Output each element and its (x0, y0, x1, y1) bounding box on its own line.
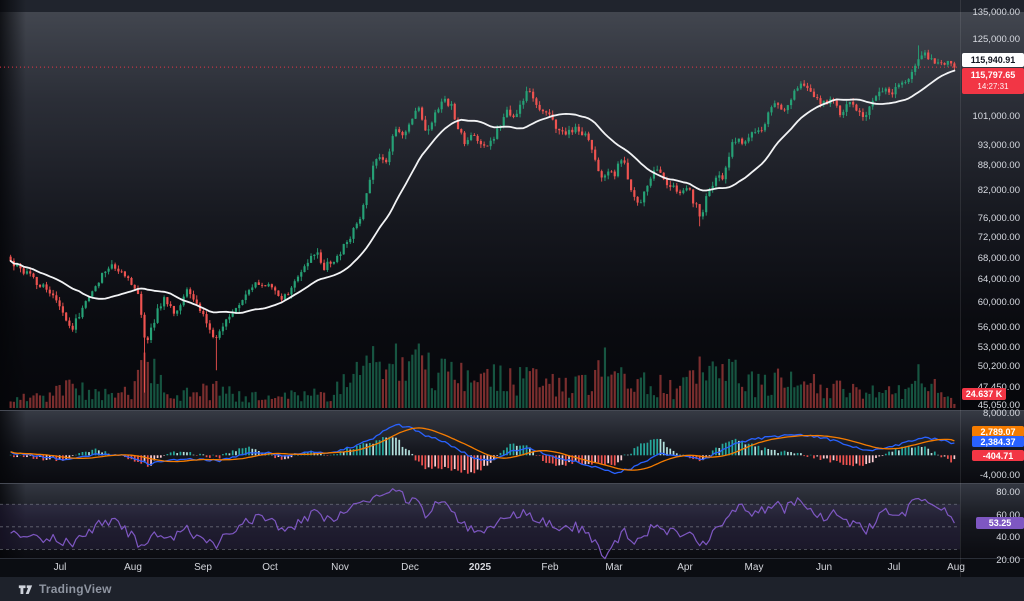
price-tick: 125,000.00 (972, 34, 1020, 46)
time-axis-label: Dec (401, 562, 419, 573)
macd-line-badge: 2,384.37 (972, 436, 1024, 447)
rsi-tick: 80.00 (996, 487, 1020, 498)
price-tick: 64,000.00 (977, 274, 1020, 286)
price-tick: 72,000.00 (977, 232, 1020, 244)
last-price-badge: 115,797.65 14:27:31 (962, 68, 1024, 94)
bottom-bar: TradingView (0, 577, 1024, 601)
rsi-tick: 40.00 (996, 532, 1020, 544)
tradingview-logo-text: TradingView (39, 582, 112, 596)
time-axis-label: Mar (605, 562, 623, 573)
time-axis-label: Feb (541, 562, 559, 573)
last-price-value: 115,797.65 (970, 70, 1016, 80)
tradingview-chart-window: Jul Aug Sep Oct Nov Dec 2025 Feb Mar Apr May Jun Jul… (0, 0, 1024, 601)
price-axis[interactable]: 115,940.91 115,797.65 14:27:31 24.637 K … (960, 0, 1024, 577)
pane-separator-macd-rsi[interactable] (0, 483, 1024, 484)
time-axis[interactable]: Jul Aug Sep Oct Nov Dec 2025 Feb Mar Apr May Jun Jul… (0, 558, 965, 577)
time-axis-label: May (744, 562, 764, 573)
time-axis-label: Aug (124, 562, 142, 573)
time-axis-label: Jun (815, 562, 833, 573)
price-tick: 68,000.00 (977, 252, 1020, 264)
time-axis-label: Nov (331, 562, 349, 573)
time-axis-label: Jul (887, 562, 901, 573)
pane-separator-price-macd[interactable] (0, 410, 1024, 411)
price-tick: 56,000.00 (977, 322, 1020, 334)
price-tick: 50,200.00 (977, 361, 1020, 373)
rsi-tick: 20.00 (996, 554, 1020, 566)
macd-tick: -4,000.00 (979, 469, 1020, 481)
time-axis-label: Sep (194, 562, 212, 573)
tradingview-logo-icon (18, 584, 33, 594)
rsi-value-badge: 53.25 (976, 517, 1024, 529)
chart-canvas[interactable] (0, 0, 1024, 601)
macd-histogram-badge: -404.71 (972, 450, 1024, 461)
price-tick: 82,000.00 (977, 185, 1020, 197)
volume-value-badge: 24.637 K (962, 388, 1006, 400)
price-tick: 76,000.00 (977, 212, 1020, 224)
price-line-badge: 115,940.91 (962, 53, 1024, 67)
price-tick: 101,000.00 (972, 110, 1020, 122)
price-tick: 135,000.00 (972, 6, 1020, 18)
time-axis-label: Apr (677, 562, 693, 573)
time-axis-label: Oct (262, 562, 278, 573)
macd-tick: 8,000.00 (983, 407, 1020, 419)
price-tick: 53,000.00 (977, 341, 1020, 353)
tradingview-logo[interactable]: TradingView (18, 582, 112, 597)
price-tick: 88,000.00 (977, 160, 1020, 172)
price-tick: 60,000.00 (977, 297, 1020, 309)
time-axis-label: Jul (53, 562, 67, 573)
bar-countdown: 14:27:31 (977, 82, 1009, 91)
price-tick: 93,000.00 (977, 140, 1020, 152)
time-axis-label: 2025 (468, 562, 492, 573)
